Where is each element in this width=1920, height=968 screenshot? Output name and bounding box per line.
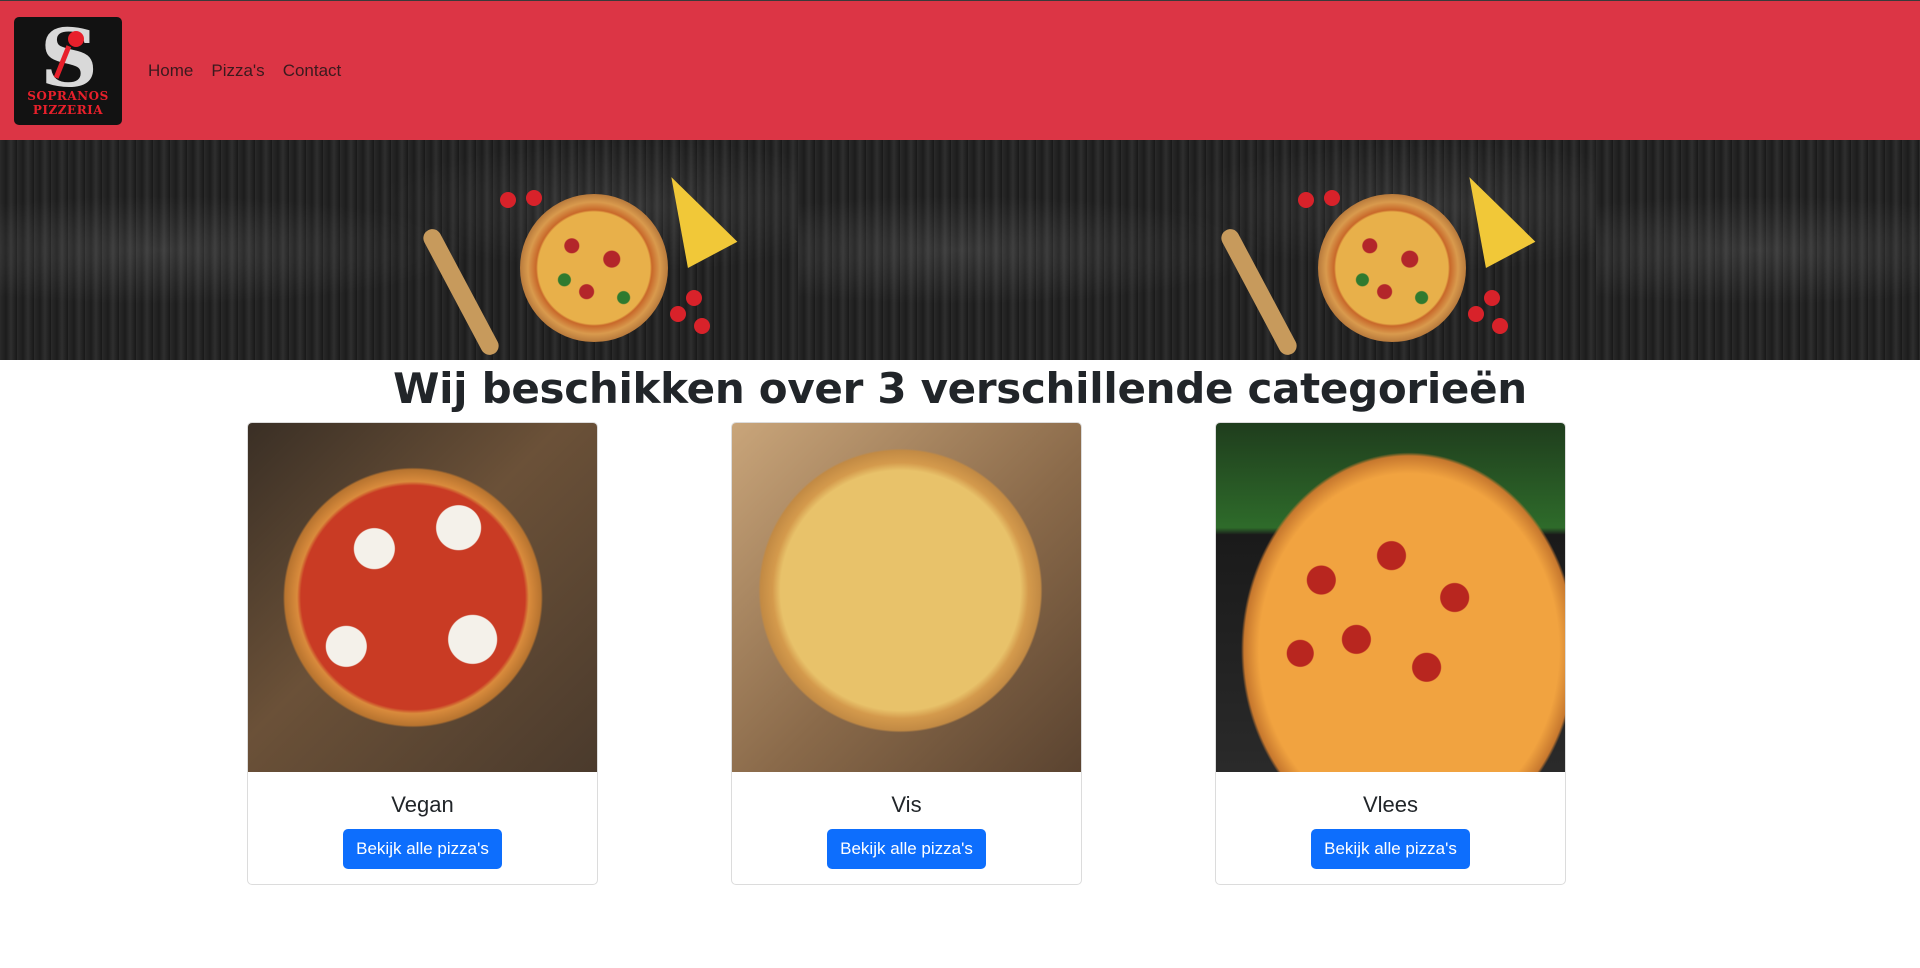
card-title: Vis	[891, 792, 922, 817]
card-title: Vlees	[1362, 792, 1419, 817]
nav-link-contact[interactable]: Contact	[283, 61, 342, 81]
banner-pizza	[520, 194, 668, 342]
tomato-icon	[686, 290, 702, 306]
view-fish-pizzas-button[interactable]: Bekijk alle pizza's	[827, 829, 986, 869]
nav-link-home[interactable]: Home	[148, 61, 193, 81]
nav-link-pizzas[interactable]: Pizza's	[211, 61, 264, 81]
navbar: S SOPRANOS PIZZERIA Home Pizza's Contact	[0, 1, 1920, 140]
rolling-pin-icon	[1218, 225, 1300, 359]
category-cards: Vegan Bekijk alle pizza's Vis Bekijk all…	[0, 422, 1920, 942]
view-vegan-pizzas-button[interactable]: Bekijk alle pizza's	[343, 829, 502, 869]
category-card-vegan: Vegan Bekijk alle pizza's	[247, 422, 598, 885]
tomato-icon	[1492, 318, 1508, 334]
tomato-icon	[1324, 190, 1340, 206]
card-body: Vlees Bekijk alle pizza's	[1216, 772, 1565, 869]
logo-s-mark: S	[40, 16, 98, 105]
tomato-icon	[1468, 306, 1484, 322]
pizza-banner-image	[0, 140, 1920, 360]
vegan-pizza-image	[248, 423, 597, 772]
logo-text-line2: PIZZERIA	[32, 102, 104, 117]
tomato-icon	[1298, 192, 1314, 208]
rolling-pin-icon	[420, 225, 502, 359]
card-title: Vegan	[391, 792, 454, 817]
nav-links: Home Pizza's Contact	[148, 61, 359, 81]
tomato-icon	[694, 318, 710, 334]
logo-pin-head	[68, 30, 84, 47]
card-body: Vegan Bekijk alle pizza's	[248, 772, 597, 869]
tomato-icon	[500, 192, 516, 208]
banner-tile	[1596, 140, 1920, 360]
banner-pizza	[1318, 194, 1466, 342]
card-body: Vis Bekijk alle pizza's	[732, 772, 1081, 869]
logo-text-line1: SOPRANOS	[27, 88, 109, 103]
category-card-vis: Vis Bekijk alle pizza's	[731, 422, 1082, 885]
banner-tile	[0, 140, 798, 360]
banner-tile	[798, 140, 1596, 360]
sopranos-pizzeria-logo[interactable]: S SOPRANOS PIZZERIA	[14, 16, 122, 125]
tomato-icon	[1484, 290, 1500, 306]
view-meat-pizzas-button[interactable]: Bekijk alle pizza's	[1311, 829, 1470, 869]
category-card-vlees: Vlees Bekijk alle pizza's	[1215, 422, 1566, 885]
pepperoni-pizza-image	[1216, 423, 1565, 772]
page-title: Wij beschikken over 3 verschillende cate…	[393, 364, 1527, 413]
tomato-icon	[526, 190, 542, 206]
tomato-icon	[670, 306, 686, 322]
fish-pizza-image	[732, 423, 1081, 772]
